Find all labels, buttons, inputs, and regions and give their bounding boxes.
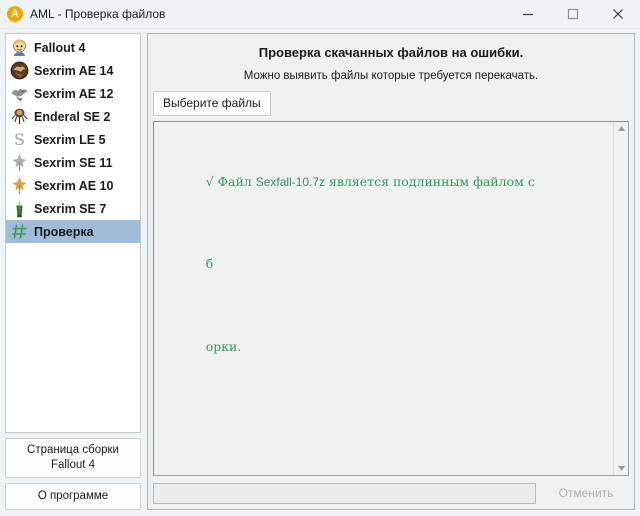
profile-list[interactable]: Fallout 4 Sexrim AE 14 — [5, 33, 141, 433]
sidebar-item-sexrim-se-7[interactable]: Sexrim SE 7 — [6, 197, 140, 220]
progress-bar — [153, 483, 536, 504]
scroll-down-arrow-icon[interactable] — [617, 465, 626, 472]
sidebar-item-proverka[interactable]: Проверка — [6, 220, 140, 243]
hash-icon — [9, 222, 29, 242]
log-output-area[interactable]: √ Файл Sexfall-10.7z является подлинным … — [153, 121, 629, 476]
enderal-icon — [9, 107, 29, 127]
sidebar: Fallout 4 Sexrim AE 14 — [5, 33, 141, 510]
dragon-circle-icon — [9, 61, 29, 81]
log-line-prefix: б — [206, 256, 214, 271]
log-line-suffix: является подлинным файлом с — [325, 174, 535, 189]
pick-files-row: Выберите файлы — [153, 91, 629, 116]
window-title: AML - Проверка файлов — [30, 7, 505, 21]
sidebar-item-label: Sexrim AE 12 — [34, 87, 113, 101]
log-line-prefix: орки. — [206, 339, 242, 354]
log-scrollbar[interactable] — [613, 122, 628, 475]
window-controls — [505, 0, 640, 28]
sidebar-item-label: Sexrim AE 10 — [34, 179, 113, 193]
pick-files-button[interactable]: Выберите файлы — [153, 91, 271, 116]
green-blade-icon — [9, 199, 29, 219]
sidebar-item-label: Fallout 4 — [34, 41, 85, 55]
cancel-button[interactable]: Отменить — [543, 486, 629, 500]
log-line-prefix: √ Файл — [206, 174, 256, 189]
svg-text:S: S — [14, 130, 25, 149]
about-button-label: О программе — [38, 490, 108, 502]
minimize-button[interactable] — [505, 0, 550, 28]
letter-s-icon: S — [9, 130, 29, 150]
sidebar-item-fallout-4[interactable]: Fallout 4 — [6, 36, 140, 59]
window-body: Fallout 4 Sexrim AE 14 — [0, 29, 640, 516]
titlebar: A AML - Проверка файлов — [0, 0, 640, 29]
build-page-line2: Fallout 4 — [8, 458, 138, 473]
vault-boy-icon — [9, 38, 29, 58]
sidebar-item-sexrim-se-11[interactable]: Sexrim SE 11 — [6, 151, 140, 174]
maximize-button[interactable] — [550, 0, 595, 28]
scroll-up-arrow-icon[interactable] — [617, 125, 626, 132]
build-page-button[interactable]: Страница сборки Fallout 4 — [5, 438, 141, 478]
log-line: √ Файл Sexfall-10.7z является подлинным … — [158, 157, 610, 207]
main-panel: Проверка скачанных файлов на ошибки. Мож… — [147, 33, 635, 510]
sidebar-item-sexrim-ae-12[interactable]: Sexrim AE 12 — [6, 82, 140, 105]
aml-app-icon: A — [7, 6, 23, 22]
log-line: б — [158, 240, 610, 290]
log-filename: Sexfall-10.7z — [256, 175, 325, 189]
sidebar-item-label: Sexrim AE 14 — [34, 64, 113, 78]
skyrim-logo-icon — [9, 153, 29, 173]
sidebar-item-sexrim-le-5[interactable]: S Sexrim LE 5 — [6, 128, 140, 151]
sidebar-item-label: Sexrim SE 11 — [34, 156, 113, 170]
dragon-icon — [9, 84, 29, 104]
app-window: A AML - Проверка файлов — [0, 0, 640, 516]
sidebar-item-label: Sexrim SE 7 — [34, 202, 106, 216]
skyrim-gold-icon — [9, 176, 29, 196]
about-button[interactable]: О программе — [5, 483, 141, 510]
log-text: √ Файл Sexfall-10.7z является подлинным … — [154, 122, 613, 475]
build-page-line1: Страница сборки — [27, 444, 119, 456]
page-subtitle: Можно выявить файлы которые требуется пе… — [153, 70, 629, 82]
sidebar-item-label: Проверка — [34, 225, 94, 239]
sidebar-item-label: Sexrim LE 5 — [34, 133, 106, 147]
status-row: Отменить — [153, 482, 629, 504]
sidebar-item-sexrim-ae-14[interactable]: Sexrim AE 14 — [6, 59, 140, 82]
sidebar-item-enderal-se-2[interactable]: Enderal SE 2 — [6, 105, 140, 128]
close-button[interactable] — [595, 0, 640, 28]
log-line: орки. — [158, 322, 610, 372]
sidebar-item-label: Enderal SE 2 — [34, 110, 110, 124]
page-title: Проверка скачанных файлов на ошибки. — [153, 45, 629, 60]
sidebar-item-sexrim-ae-10[interactable]: Sexrim AE 10 — [6, 174, 140, 197]
